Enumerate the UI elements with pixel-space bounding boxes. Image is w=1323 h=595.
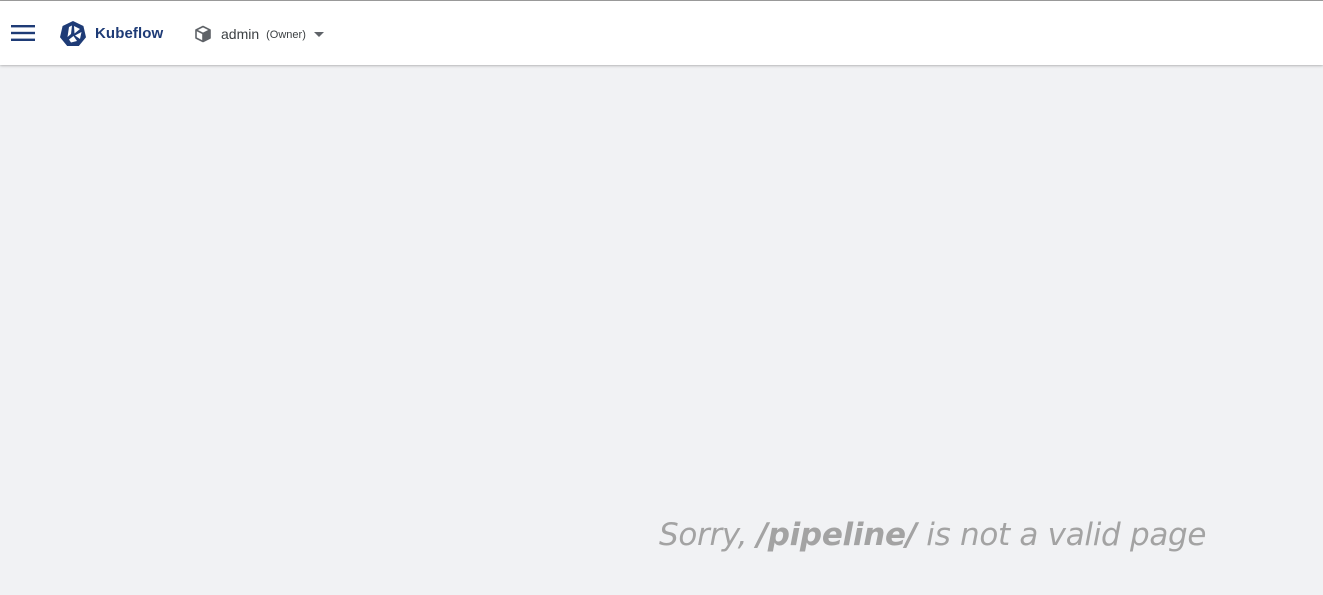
menu-icon xyxy=(11,25,35,41)
namespace-selector[interactable]: admin (Owner) xyxy=(194,21,324,47)
cube-icon xyxy=(195,25,211,43)
error-path: /pipeline/ xyxy=(756,517,917,553)
main-content: Sorry, /pipeline/ is not a valid page xyxy=(0,65,1323,595)
brand-name: Kubeflow xyxy=(95,24,164,42)
top-app-bar: Kubeflow admin (Owner) xyxy=(0,1,1323,65)
not-found-message: Sorry, /pipeline/ is not a valid page xyxy=(659,517,1207,553)
menu-button[interactable] xyxy=(8,17,38,49)
error-prefix: Sorry, xyxy=(659,517,757,553)
error-suffix: is not a valid page xyxy=(916,517,1207,553)
home-logo-link[interactable]: Kubeflow xyxy=(60,19,163,47)
arrow-drop-down-icon xyxy=(313,31,324,37)
namespace-name: admin xyxy=(221,26,260,42)
kubeflow-logo-icon xyxy=(60,21,86,46)
namespace-role: (Owner) xyxy=(266,29,306,41)
